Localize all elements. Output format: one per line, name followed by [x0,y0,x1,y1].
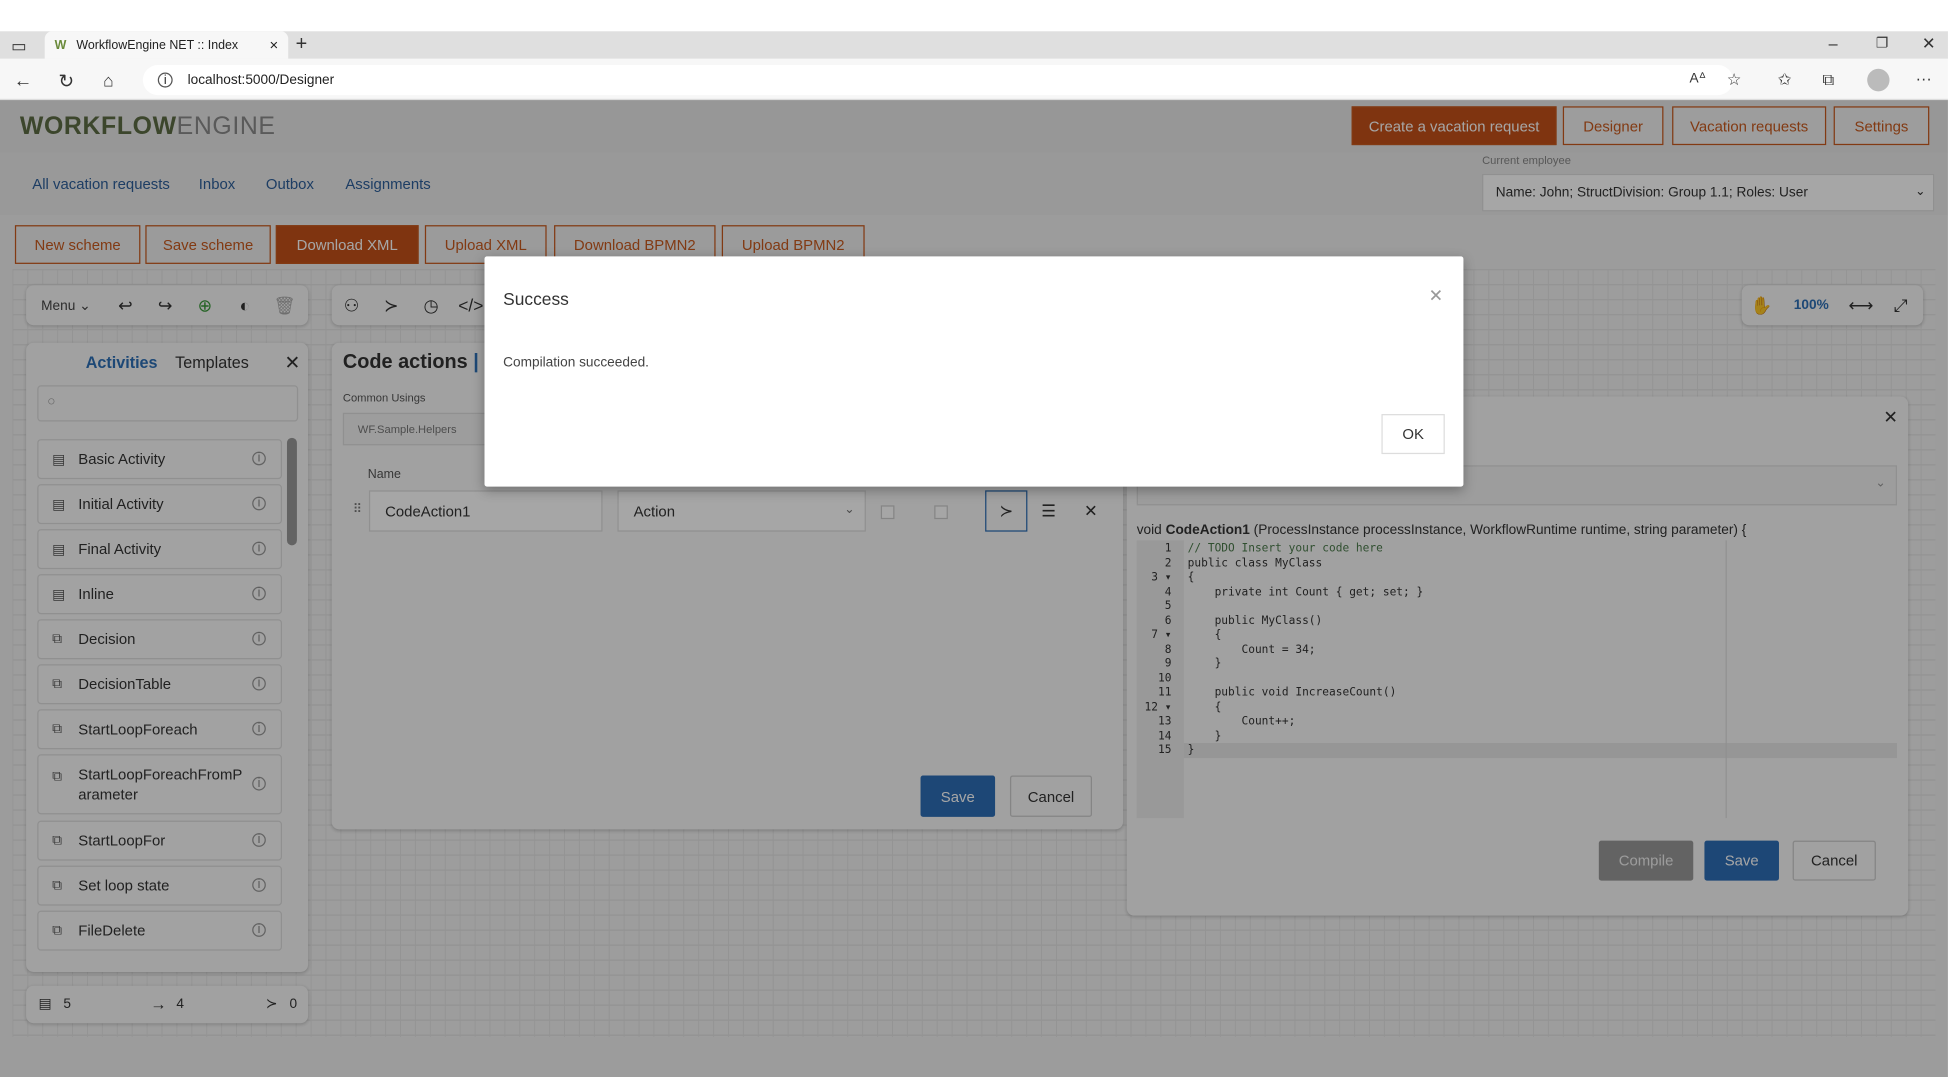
browser-tab[interactable]: W WorkflowEngine NET :: Index × [44,31,289,59]
favorites-icon[interactable]: ✩ [1778,70,1792,90]
profile-avatar-icon[interactable] [1867,68,1890,92]
window-close-icon[interactable]: ✕ [1922,34,1936,54]
dialog-title: Success [503,288,569,309]
sidebar-toggle-icon[interactable]: ▭ [11,36,26,56]
more-icon[interactable]: ··· [1916,69,1932,88]
site-info-icon[interactable]: i [157,72,173,88]
dialog-message: Compilation succeeded. [503,355,649,371]
reload-icon[interactable]: ↻ [58,70,74,92]
tab-title: WorkflowEngine NET :: Index [76,38,239,52]
browser-tab-bar [0,31,1948,59]
minimize-icon[interactable]: – [1829,34,1838,53]
url-text: localhost:5000/Designer [187,72,335,88]
success-dialog [484,256,1464,487]
dialog-ok-button[interactable]: OK [1381,414,1445,455]
dialog-close-icon[interactable]: ✕ [1429,285,1444,306]
collections-icon[interactable]: ⧉ [1822,70,1834,90]
modal-backdrop[interactable] [0,100,1948,1077]
restore-icon[interactable]: ❐ [1876,35,1888,51]
close-tab-icon[interactable]: × [270,36,279,54]
favorite-add-icon[interactable]: ☆ [1727,70,1741,90]
read-aloud-icon[interactable]: Aᐞ [1690,70,1707,86]
new-tab-icon[interactable]: + [296,34,308,57]
favicon-icon: W [54,38,67,52]
home-icon[interactable]: ⌂ [103,70,114,90]
url-input[interactable]: i localhost:5000/Designer [142,65,1734,96]
back-icon[interactable]: ← [14,70,33,91]
